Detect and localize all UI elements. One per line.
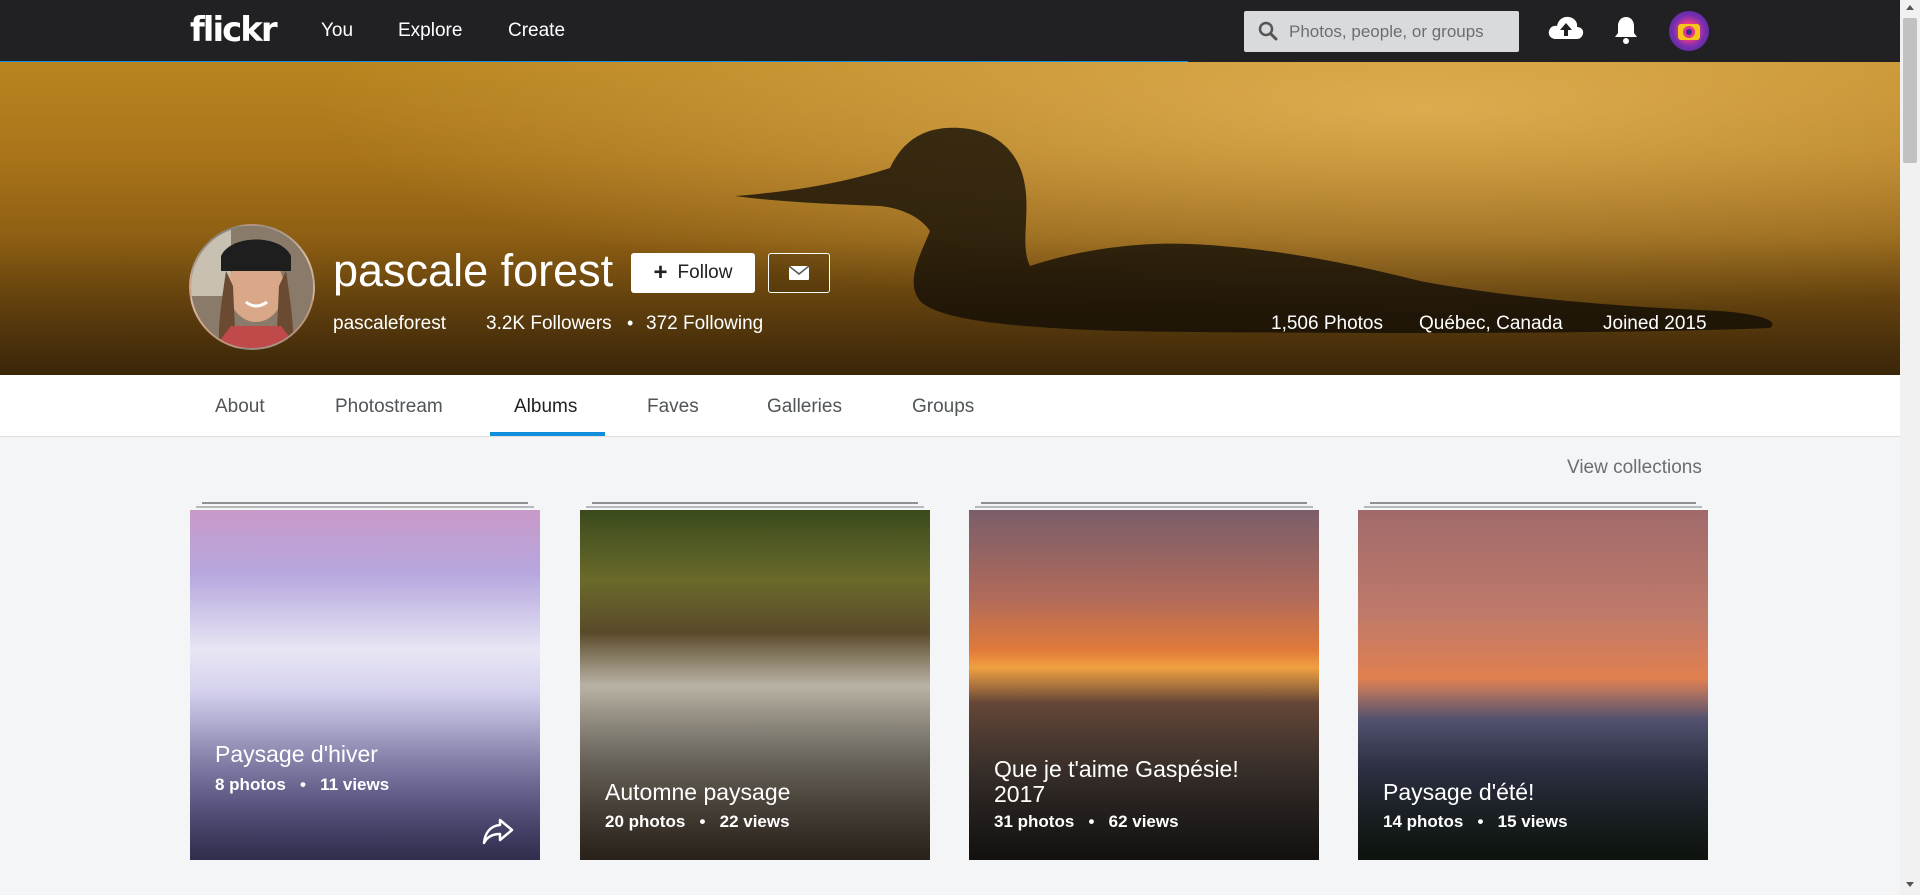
tab-albums[interactable]: Albums: [514, 396, 577, 418]
tab-photostream[interactable]: Photostream: [335, 396, 443, 418]
album-view-count: 22 views: [719, 812, 790, 831]
page-scrollbar[interactable]: [1900, 0, 1920, 895]
album-title: Paysage d'été!: [1383, 779, 1535, 805]
photos-count: 1,506 Photos: [1271, 313, 1383, 334]
album-view-count: 62 views: [1108, 812, 1179, 831]
album-card[interactable]: Que je t'aime Gaspésie! 2017 31 photos •…: [969, 510, 1319, 860]
album-photo-count: 20 photos: [605, 812, 686, 831]
follow-button[interactable]: + Follow: [631, 253, 755, 293]
nav-link-create[interactable]: Create: [508, 20, 565, 42]
follow-label: Follow: [677, 262, 733, 283]
scroll-up-arrow[interactable]: [1906, 5, 1914, 10]
user-avatar[interactable]: [1669, 11, 1709, 51]
album-card[interactable]: Paysage d'hiver 8 photos • 11 views: [190, 510, 540, 860]
nav-link-you[interactable]: You: [321, 20, 353, 42]
tab-faves[interactable]: Faves: [647, 396, 699, 418]
tab-about[interactable]: About: [215, 396, 265, 418]
active-tab-indicator: [490, 432, 605, 436]
upload-cloud-icon[interactable]: [1547, 13, 1585, 43]
album-stack-edge: [196, 506, 534, 508]
scrollbar-thumb[interactable]: [1903, 18, 1917, 163]
notifications-bell-icon[interactable]: [1612, 15, 1640, 45]
album-stack-edge: [975, 506, 1313, 508]
album-view-count: 11 views: [320, 775, 390, 794]
album-title: Automne paysage: [605, 779, 791, 805]
separator-dot: •: [290, 775, 316, 794]
flickr-logo[interactable]: flickr: [190, 10, 278, 50]
search-input[interactable]: [1289, 11, 1509, 52]
location: Québec, Canada: [1419, 313, 1563, 334]
album-photo-count: 31 photos: [994, 812, 1075, 831]
album-stack-edge: [981, 502, 1307, 504]
album-card[interactable]: Automne paysage 20 photos • 22 views: [580, 510, 930, 860]
search-box[interactable]: [1244, 11, 1519, 52]
album-stack-edge: [1370, 502, 1696, 504]
album-stats: 20 photos • 22 views: [605, 812, 790, 832]
view-collections-link[interactable]: View collections: [1567, 457, 1702, 479]
tab-galleries[interactable]: Galleries: [767, 396, 842, 418]
album-stack-edge: [202, 502, 528, 504]
profile-avatar[interactable]: [189, 224, 315, 350]
album-stack-edge: [592, 502, 918, 504]
scroll-down-arrow[interactable]: [1906, 882, 1914, 887]
mail-icon: [789, 266, 809, 280]
separator-dot: •: [690, 812, 715, 831]
album-view-count: 15 views: [1497, 812, 1568, 831]
profile-tabs: About Photostream Albums Faves Galleries…: [0, 375, 1900, 437]
following-count[interactable]: 372 Following: [646, 313, 763, 335]
album-stack-edge: [1364, 506, 1702, 508]
album-photo-count: 8 photos: [215, 775, 286, 794]
album-title: Paysage d'hiver: [215, 741, 378, 767]
share-icon[interactable]: [482, 817, 514, 845]
camera-avatar-icon: [1678, 24, 1700, 40]
album-stack-edge: [586, 506, 924, 508]
followers-count[interactable]: 3.2K Followers: [486, 313, 612, 335]
album-stats: 8 photos • 11 views: [215, 775, 389, 795]
profile-photo: [191, 226, 313, 348]
message-button[interactable]: [768, 253, 830, 293]
separator-dot: •: [1468, 812, 1493, 831]
top-navigation-bar: flickr You Explore Create: [0, 0, 1900, 62]
album-stats: 14 photos • 15 views: [1383, 812, 1568, 832]
album-stats: 31 photos • 62 views: [994, 812, 1179, 832]
album-photo-count: 14 photos: [1383, 812, 1464, 831]
profile-name: pascale forest: [333, 245, 614, 296]
album-title: Que je t'aime Gaspésie! 2017: [994, 756, 1239, 807]
album-card[interactable]: Paysage d'été! 14 photos • 15 views: [1358, 510, 1708, 860]
nav-link-explore[interactable]: Explore: [398, 20, 462, 42]
search-icon: [1258, 21, 1278, 41]
separator-dot: •: [627, 313, 634, 333]
plus-icon: +: [653, 259, 668, 286]
separator-dot: •: [1079, 812, 1104, 831]
tab-groups[interactable]: Groups: [912, 396, 974, 418]
profile-username: pascaleforest: [333, 313, 447, 334]
joined-date: Joined 2015: [1603, 313, 1707, 334]
